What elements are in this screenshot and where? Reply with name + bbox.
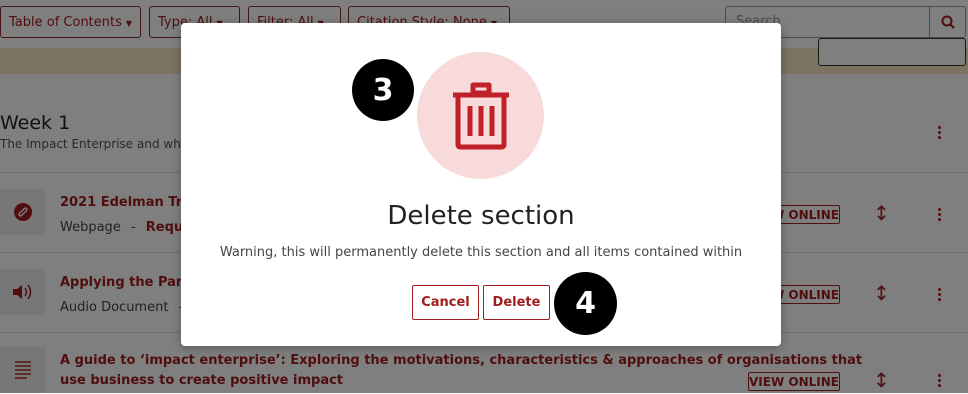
step-3-badge: 3 <box>352 59 414 121</box>
trash-icon <box>452 82 509 149</box>
delete-section-dialog: Delete section Warning, this will perman… <box>181 23 781 346</box>
cancel-button[interactable]: Cancel <box>412 285 479 320</box>
step-4-badge: 4 <box>554 272 617 335</box>
trash-icon-circle <box>417 52 544 179</box>
dialog-warning: Warning, this will permanently delete th… <box>219 245 743 260</box>
reading-list-page: Table of Contents▼ Type: All▼ Filter: Al… <box>0 0 968 393</box>
delete-button[interactable]: Delete <box>483 285 550 320</box>
dialog-title: Delete section <box>387 201 575 231</box>
